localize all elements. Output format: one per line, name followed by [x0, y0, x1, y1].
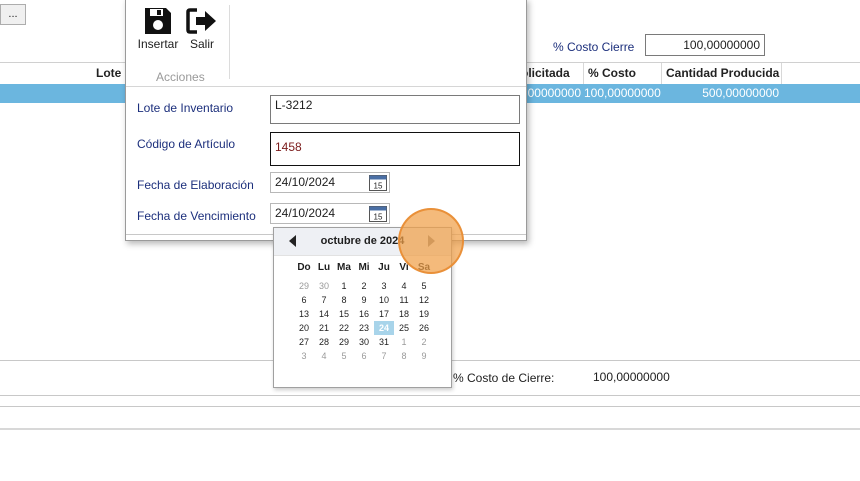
calendar-dropdown: octubre de 2024 Do Lu Ma Mi Ju Vi Sa 29 3…: [273, 227, 452, 388]
calendar-day[interactable]: 2: [414, 335, 434, 349]
panel-divider: [0, 428, 860, 430]
elaboracion-date-value: 24/10/2024: [275, 175, 336, 189]
insert-button[interactable]: Insertar: [136, 5, 180, 51]
calendar-week-row: 3456789: [294, 349, 434, 363]
pct-cierre-value: 100,00000000: [593, 370, 670, 384]
calendar-day[interactable]: 3: [294, 349, 314, 363]
calendar-day[interactable]: 29: [334, 335, 354, 349]
calendar-day[interactable]: 29: [294, 279, 314, 293]
calendar-week-row: 20 21 22 23 24 25 26: [294, 321, 434, 335]
weekday-label: Lu: [317, 262, 331, 273]
svg-text:15: 15: [374, 213, 383, 222]
chevron-right-icon[interactable]: [426, 235, 436, 247]
calendar-icon[interactable]: 15: [369, 174, 387, 191]
calendar-day[interactable]: 2: [354, 279, 374, 293]
vencimiento-date-value: 24/10/2024: [275, 206, 336, 220]
calendar-day[interactable]: 5: [414, 279, 434, 293]
calendar-day[interactable]: 30: [314, 279, 334, 293]
calendar-day[interactable]: 28: [314, 335, 334, 349]
pct-cierre-label: % Costo de Cierre:: [453, 371, 555, 385]
vencimiento-label: Fecha de Vencimiento: [137, 209, 256, 223]
calendar-header: octubre de 2024: [274, 228, 451, 256]
calendar-day[interactable]: 15: [334, 307, 354, 321]
calendar-day[interactable]: 10: [374, 293, 394, 307]
calendar-day[interactable]: 26: [414, 321, 434, 335]
calendar-month-title[interactable]: octubre de 2024: [274, 235, 451, 247]
weekday-label: Mi: [358, 262, 370, 273]
calendar-icon[interactable]: 15: [369, 205, 387, 222]
vencimiento-date-field[interactable]: 24/10/2024 15: [270, 203, 390, 224]
calendar-weekday-row: Do Lu Ma Mi Ju Vi Sa: [294, 262, 434, 276]
column-header-cantidad-producida[interactable]: Cantidad Producida: [662, 63, 782, 84]
calendar-day[interactable]: 12: [414, 293, 434, 307]
calendar-day[interactable]: 8: [394, 349, 414, 363]
insert-label: Insertar: [137, 37, 179, 51]
calendar-day[interactable]: 4: [314, 349, 334, 363]
calendar-day[interactable]: 17: [374, 307, 394, 321]
costo-cierre-label: % Costo Cierre: [553, 40, 635, 54]
calendar-day[interactable]: 9: [354, 293, 374, 307]
ribbon-group-label: Acciones: [156, 70, 205, 84]
column-header-costo-est[interactable]: % Costo Est.: [584, 63, 662, 101]
calendar-day[interactable]: 22: [334, 321, 354, 335]
calendar-week-row: 29 30 1 2 3 4 5: [294, 279, 434, 293]
svg-text:15: 15: [374, 182, 383, 191]
cell-cantidad-producida[interactable]: 500,00000000: [662, 84, 782, 103]
column-header-solicitada[interactable]: olicitada: [517, 63, 584, 84]
calendar-day[interactable]: 4: [394, 279, 414, 293]
weekday-label: Do: [297, 262, 311, 273]
panel-divider: [0, 406, 860, 407]
weekday-label: Ma: [337, 262, 351, 273]
calendar-week-row: 13 14 15 16 17 18 19: [294, 307, 434, 321]
lote-dialog: Insertar Salir Acciones Lote de Inventar…: [125, 0, 527, 241]
calendar-week-row: 27 28 29 30 31 1 2: [294, 335, 434, 349]
calendar-day[interactable]: 8: [334, 293, 354, 307]
calendar-day[interactable]: 24: [374, 321, 394, 335]
calendar-day[interactable]: 1: [334, 279, 354, 293]
calendar-day[interactable]: 6: [294, 293, 314, 307]
cell-costo-est[interactable]: 100,00000000: [584, 84, 662, 103]
codigo-label: Código de Artículo: [137, 137, 236, 151]
lote-label: Lote de Inventario: [137, 101, 234, 115]
calendar-day[interactable]: 14: [314, 307, 334, 321]
exit-label: Salir: [189, 37, 214, 51]
elaboracion-date-field[interactable]: 24/10/2024 15: [270, 172, 390, 193]
calendar-day[interactable]: 7: [374, 349, 394, 363]
calendar-day[interactable]: 11: [394, 293, 414, 307]
weekday-label: Vi: [399, 262, 409, 273]
ellipsis-button[interactable]: ...: [0, 4, 26, 25]
calendar-day[interactable]: 16: [354, 307, 374, 321]
weekday-label: Sa: [417, 262, 431, 273]
calendar-day[interactable]: 1: [394, 335, 414, 349]
calendar-week-row: 6 7 8 9 10 11 12: [294, 293, 434, 307]
panel-divider: [0, 395, 860, 396]
save-icon: [145, 8, 171, 34]
codigo-field[interactable]: 1458: [270, 132, 520, 166]
calendar-day[interactable]: 9: [414, 349, 434, 363]
exit-button[interactable]: Salir: [182, 5, 222, 51]
calendar-day[interactable]: 30: [354, 335, 374, 349]
calendar-day[interactable]: 3: [374, 279, 394, 293]
cell-solicitada[interactable]: ,00000000: [517, 84, 584, 103]
calendar-day[interactable]: 18: [394, 307, 414, 321]
lote-field[interactable]: L-3212: [270, 95, 520, 124]
calendar-day[interactable]: 21: [314, 321, 334, 335]
ribbon-toolbar: Insertar Salir Acciones: [126, 0, 526, 87]
exit-icon: [186, 8, 216, 34]
calendar-day[interactable]: 6: [354, 349, 374, 363]
weekday-label: Ju: [378, 262, 390, 273]
calendar-day[interactable]: 7: [314, 293, 334, 307]
calendar-day[interactable]: 20: [294, 321, 314, 335]
calendar-day[interactable]: 23: [354, 321, 374, 335]
elaboracion-label: Fecha de Elaboración: [137, 178, 254, 192]
calendar-day[interactable]: 31: [374, 335, 394, 349]
calendar-day[interactable]: 5: [334, 349, 354, 363]
calendar-day[interactable]: 25: [394, 321, 414, 335]
calendar-day[interactable]: 19: [414, 307, 434, 321]
ribbon-separator: [229, 5, 230, 79]
calendar-day[interactable]: 27: [294, 335, 314, 349]
costo-cierre-field[interactable]: 100,00000000: [645, 34, 765, 56]
calendar-day[interactable]: 13: [294, 307, 314, 321]
